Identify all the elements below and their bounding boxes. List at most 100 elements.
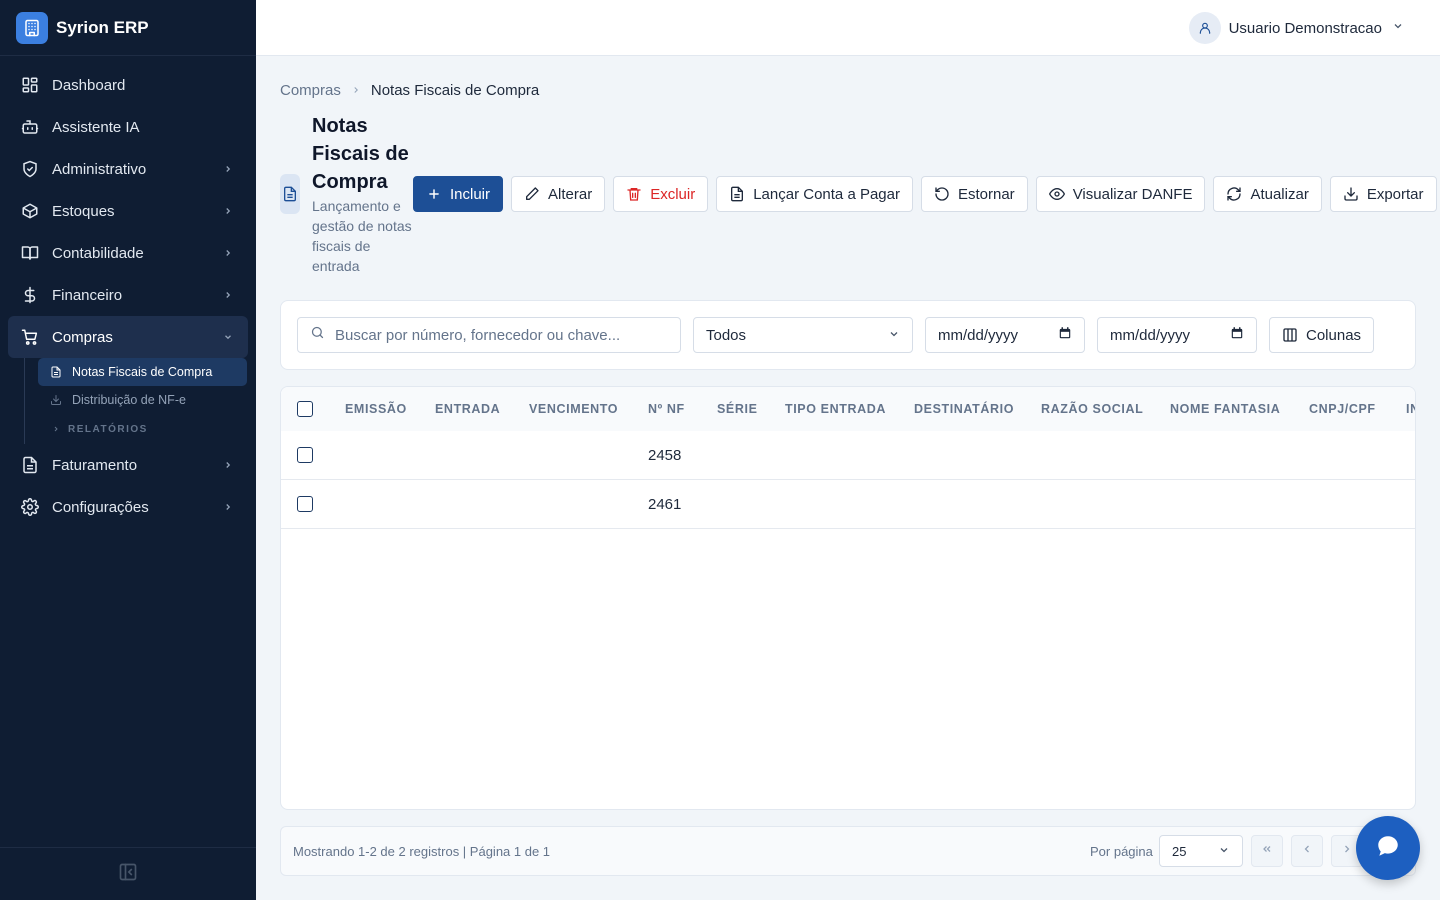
chevron-down-icon [1392,19,1404,37]
columns-label: Colunas [1306,326,1362,344]
sidebar-item-label: Configurações [52,498,149,516]
date-from-input[interactable]: mm/dd/yyyy [925,317,1085,353]
search-input[interactable] [335,326,655,344]
prev-page-button[interactable] [1291,835,1323,867]
sidebar-item-assistente-ia[interactable]: Assistente IA [8,106,248,148]
first-page-button[interactable] [1251,835,1283,867]
lancar-conta-label: Lançar Conta a Pagar [753,185,900,203]
sidebar-item-label: Contabilidade [52,244,144,262]
brand-name: Syrion ERP [56,17,149,37]
column-header-serie[interactable]: SÉRIE [717,387,758,431]
sidebar-item-estoques[interactable]: Estoques [8,190,248,232]
sidebar-item-dashboard[interactable]: Dashboard [8,64,248,106]
column-header-emissao[interactable]: EMISSÃO [345,387,407,431]
sidebar-subitem-distribuicao-nfe[interactable]: Distribuição de NF-e [38,386,247,414]
sidebar-subitem-label: Distribuição de NF-e [72,393,186,407]
pencil-icon [524,186,540,202]
sidebar: Syrion ERP Dashboard Assistente IA Admin… [0,0,256,900]
breadcrumb-compras[interactable]: Compras [280,82,341,99]
user-name: Usuario Demonstracao [1228,19,1382,37]
exportar-button[interactable]: Exportar [1329,176,1437,212]
topbar: Usuario Demonstracao [256,0,1440,56]
atualizar-button[interactable]: Atualizar [1213,176,1322,212]
user-icon [1188,12,1221,44]
bot-icon [20,117,40,137]
search-field[interactable] [297,317,681,353]
columns-button[interactable]: Colunas [1269,317,1375,353]
row-checkbox-cell [297,431,313,479]
file-text-icon [729,186,745,202]
user-menu[interactable]: Usuario Demonstracao [1188,12,1404,44]
collapse-sidebar-button[interactable] [0,847,256,900]
incluir-button[interactable]: Incluir [413,176,504,212]
building-icon [16,11,48,44]
refresh-icon [1226,186,1242,202]
box-icon [20,201,40,221]
visualizar-danfe-button[interactable]: Visualizar DANFE [1035,176,1206,212]
chevron-left-icon [1301,842,1313,860]
column-header-nome-fantasia[interactable]: NOME FANTASIA [1170,387,1280,431]
calendar-icon [1230,326,1244,344]
cell-numero-nf: 2458 [648,446,682,464]
sidebar-nav: Dashboard Assistente IA Administrativo E… [0,56,256,528]
sidebar-item-label: Administrativo [52,160,147,178]
alterar-button[interactable]: Alterar [511,176,606,212]
lancar-conta-button[interactable]: Lançar Conta a Pagar [716,176,913,212]
estornar-label: Estornar [957,185,1015,203]
column-header-numero-nf[interactable]: Nº NF [648,387,685,431]
sidebar-item-contabilidade[interactable]: Contabilidade [8,232,248,274]
per-page-select[interactable]: 25 [1159,835,1243,867]
sidebar-item-financeiro[interactable]: Financeiro [8,274,248,316]
sidebar-item-compras[interactable]: Compras [8,316,248,358]
status-select-value: Todos [706,326,747,344]
column-header-razao-social[interactable]: RAZÃO SOCIAL [1041,387,1143,431]
eye-icon [1048,186,1065,202]
chat-button[interactable] [1356,816,1420,880]
sidebar-section-relatorios[interactable]: RELATÓRIOS [38,414,256,444]
sidebar-item-label: Dashboard [52,76,126,94]
row-checkbox[interactable] [297,496,313,512]
cart-icon [20,327,40,347]
sidebar-item-faturamento[interactable]: Faturamento [8,444,248,486]
estornar-button[interactable]: Estornar [920,176,1028,212]
chevron-right-icon [1341,842,1353,860]
sidebar-item-configuracoes[interactable]: Configurações [8,486,248,528]
alterar-label: Alterar [548,185,593,203]
sidebar-item-label: Assistente IA [52,118,140,136]
visualizar-danfe-label: Visualizar DANFE [1072,185,1193,203]
row-checkbox[interactable] [297,447,313,463]
status-select[interactable]: Todos [693,317,913,353]
breadcrumb-current: Notas Fiscais de Compra [370,81,540,99]
column-header-vencimento[interactable]: VENCIMENTO [529,387,618,431]
chevron-right-icon [222,459,234,471]
nf-table: EMISSÃO ENTRADA VENCIMENTO Nº NF SÉRIE T… [280,386,1416,810]
chevron-down-icon [888,327,900,344]
select-all-checkbox[interactable] [297,401,313,417]
breadcrumb: Compras Notas Fiscais de Compra [280,80,539,100]
column-header-truncated[interactable]: IN [1406,387,1415,431]
calendar-icon [1058,326,1072,344]
column-header-entrada[interactable]: ENTRADA [435,387,500,431]
column-header-destinatario[interactable]: DESTINATÁRIO [914,387,1014,431]
sidebar-item-label: Faturamento [52,456,138,474]
dashboard-icon [20,75,40,95]
sidebar-subitem-notas-fiscais[interactable]: Notas Fiscais de Compra [38,358,247,386]
gear-icon [20,497,40,517]
brand[interactable]: Syrion ERP [0,0,256,56]
chevron-right-icon [222,247,234,259]
column-header-cnpj-cpf[interactable]: CNPJ/CPF [1309,387,1376,431]
download-icon [50,394,62,406]
page-subtitle: Lançamento e gestão de notas fiscais de … [312,198,412,274]
excluir-button[interactable]: Excluir [613,176,709,212]
date-to-input[interactable]: mm/dd/yyyy [1097,317,1257,353]
table-row[interactable]: 2461 [281,480,1415,529]
trash-icon [626,186,642,202]
atualizar-label: Atualizar [1250,185,1309,203]
column-header-tipo-entrada[interactable]: TIPO ENTRADA [785,387,886,431]
pagination-bar: Mostrando 1-2 de 2 registros | Página 1 … [280,826,1416,876]
dollar-icon [20,285,40,305]
table-row[interactable]: 2458 [281,431,1415,480]
chevron-right-icon [52,425,62,433]
chevron-down-icon [222,331,234,343]
sidebar-item-administrativo[interactable]: Administrativo [8,148,248,190]
